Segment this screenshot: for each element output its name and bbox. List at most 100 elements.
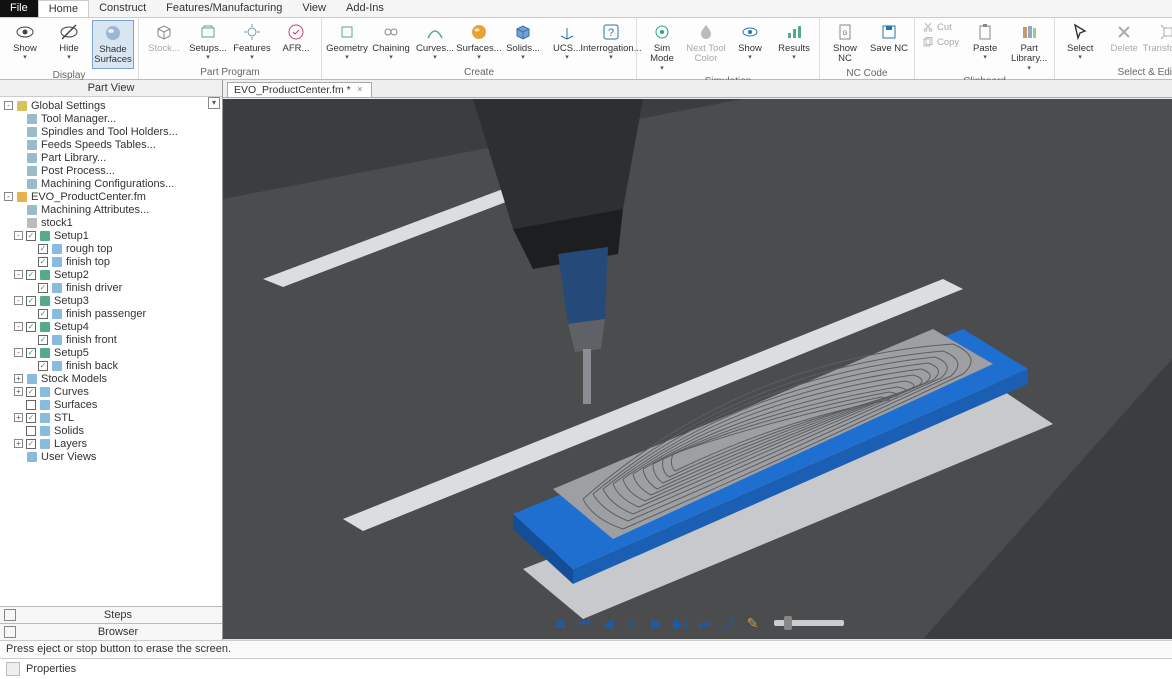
step-next-button[interactable]: ▶| xyxy=(672,614,690,632)
tree-node-op[interactable]: ✓rough top xyxy=(4,242,220,255)
menu-tab-view[interactable]: View xyxy=(292,0,336,17)
browser-panel-header[interactable]: Browser xyxy=(0,623,222,640)
checkbox[interactable]: ✓ xyxy=(38,244,48,254)
tree-node-machattr[interactable]: Machining Attributes... xyxy=(4,203,220,216)
menu-tab-home[interactable]: Home xyxy=(38,0,89,17)
afr-button[interactable]: AFR... xyxy=(275,20,317,56)
checkbox[interactable]: ✓ xyxy=(26,296,36,306)
tree-node-mc[interactable]: Machining Configurations... xyxy=(4,177,220,190)
tree-node-op[interactable]: ✓finish front xyxy=(4,333,220,346)
checkbox[interactable]: ✓ xyxy=(38,361,48,371)
expand-icon[interactable]: - xyxy=(14,296,23,305)
speed-slider[interactable] xyxy=(774,620,844,626)
tree-node-setup4[interactable]: -✓Setup4 xyxy=(4,320,220,333)
tree-node-post[interactable]: Post Process... xyxy=(4,164,220,177)
sim-mode-button[interactable]: Sim Mode▾ xyxy=(641,20,683,75)
checkbox[interactable]: ✓ xyxy=(26,270,36,280)
checkbox[interactable]: ✓ xyxy=(38,257,48,267)
tree-node-global-settings[interactable]: -Global Settings xyxy=(4,99,220,112)
eject-button[interactable]: ⏏ xyxy=(552,614,570,632)
tree-node-stl[interactable]: +✓STL xyxy=(4,411,220,424)
checkbox[interactable] xyxy=(26,400,36,410)
save-nc-button[interactable]: Save NC xyxy=(868,20,910,56)
tree-node-op[interactable]: ✓finish driver xyxy=(4,281,220,294)
tree-node-view[interactable]: User Views xyxy=(4,450,220,463)
expand-icon[interactable]: + xyxy=(14,413,23,422)
play-button[interactable]: ▶ xyxy=(648,614,666,632)
checkbox[interactable]: ✓ xyxy=(38,335,48,345)
expand-icon[interactable]: - xyxy=(4,192,13,201)
setups-button[interactable]: Setups...▾ xyxy=(187,20,229,64)
tree-node-tool[interactable]: Tool Manager... xyxy=(4,112,220,125)
tree-node-curve[interactable]: +✓Curves xyxy=(4,385,220,398)
chaining-button[interactable]: Chaining▾ xyxy=(370,20,412,64)
skip-prev-button[interactable]: ⏮ xyxy=(576,614,594,632)
tree-node-layers[interactable]: +✓Layers xyxy=(4,437,220,450)
tree-node-setup2[interactable]: -✓Setup2 xyxy=(4,268,220,281)
curves-button[interactable]: Curves...▾ xyxy=(414,20,456,64)
menu-tab-features[interactable]: Features/Manufacturing xyxy=(156,0,292,17)
speed-button[interactable]: ⤴ xyxy=(720,614,738,632)
checkbox[interactable]: ✓ xyxy=(26,413,36,423)
results-button[interactable]: Results▾ xyxy=(773,20,815,64)
interrogation-button[interactable]: ?Interrogation...▾ xyxy=(590,20,632,64)
step-prev-button[interactable]: ◀ xyxy=(600,614,618,632)
pause-button[interactable]: ⏸ xyxy=(624,614,642,632)
document-tab[interactable]: EVO_ProductCenter.fm * × xyxy=(227,82,372,97)
pin-icon[interactable]: ▾ xyxy=(208,97,220,109)
solids-button[interactable]: Solids...▾ xyxy=(502,20,544,64)
tree-node-setup3[interactable]: -✓Setup3 xyxy=(4,294,220,307)
checkbox[interactable]: ✓ xyxy=(26,387,36,397)
checkbox[interactable]: ✓ xyxy=(26,439,36,449)
surfaces-button[interactable]: Surfaces...▾ xyxy=(458,20,500,64)
pencil-icon[interactable]: ✎ xyxy=(744,614,762,632)
checkbox[interactable]: ✓ xyxy=(38,283,48,293)
tree-node-spindle[interactable]: Spindles and Tool Holders... xyxy=(4,125,220,138)
show-nc-button[interactable]: GShow NC xyxy=(824,20,866,67)
expand-icon[interactable]: - xyxy=(14,322,23,331)
checkbox[interactable] xyxy=(26,426,36,436)
part-tree[interactable]: ▾ -Global SettingsTool Manager...Spindle… xyxy=(0,97,222,606)
menu-tab-construct[interactable]: Construct xyxy=(89,0,156,17)
expand-icon[interactable]: + xyxy=(14,439,23,448)
expand-icon[interactable]: - xyxy=(4,101,13,110)
show-sim-button[interactable]: Show▾ xyxy=(729,20,771,64)
geometry-button[interactable]: Geometry▾ xyxy=(326,20,368,64)
checkbox[interactable]: ✓ xyxy=(26,231,36,241)
steps-panel-header[interactable]: Steps xyxy=(0,606,222,623)
tree-node-lib[interactable]: Part Library... xyxy=(4,151,220,164)
tree-node-solid[interactable]: Solids xyxy=(4,424,220,437)
expand-icon[interactable]: + xyxy=(14,387,23,396)
viewport-3d[interactable]: TOOLBOX xyxy=(223,98,1172,640)
tree-node-op[interactable]: ✓finish top xyxy=(4,255,220,268)
tree-node-document[interactable]: -EVO_ProductCenter.fm xyxy=(4,190,220,203)
expand-icon[interactable]: - xyxy=(14,270,23,279)
skip-next-button[interactable]: ⏭ xyxy=(696,614,714,632)
part-library-button[interactable]: Part Library...▾ xyxy=(1008,20,1050,75)
tree-node-surf[interactable]: Surfaces xyxy=(4,398,220,411)
slider-thumb[interactable] xyxy=(784,616,792,630)
tree-node-stockm[interactable]: +Stock Models xyxy=(4,372,220,385)
checkbox[interactable]: ✓ xyxy=(26,348,36,358)
tree-node-stock[interactable]: stock1 xyxy=(4,216,220,229)
select-button[interactable]: Select▾ xyxy=(1059,20,1101,64)
close-icon[interactable]: × xyxy=(355,85,365,95)
tree-node-op[interactable]: ✓finish passenger xyxy=(4,307,220,320)
tree-node-setup5[interactable]: -✓Setup5 xyxy=(4,346,220,359)
expand-icon[interactable]: - xyxy=(14,231,23,240)
paste-button[interactable]: Paste▾ xyxy=(964,20,1006,64)
tree-node-op[interactable]: ✓finish back xyxy=(4,359,220,372)
tree-node-setup1[interactable]: -✓Setup1 xyxy=(4,229,220,242)
shade-surfaces-button[interactable]: Shade Surfaces xyxy=(92,20,134,69)
expand-icon[interactable]: - xyxy=(14,348,23,357)
tree-node-table[interactable]: Feeds Speeds Tables... xyxy=(4,138,220,151)
checkbox[interactable]: ✓ xyxy=(26,322,36,332)
properties-panel-header[interactable]: Properties xyxy=(0,658,1172,679)
features-button[interactable]: Features▾ xyxy=(231,20,273,64)
checkbox[interactable]: ✓ xyxy=(38,309,48,319)
menu-tab-addins[interactable]: Add-Ins xyxy=(336,0,394,17)
hide-button[interactable]: Hide▾ xyxy=(48,20,90,64)
show-button[interactable]: Show▾ xyxy=(4,20,46,64)
menu-file[interactable]: File xyxy=(0,0,38,17)
expand-icon[interactable]: + xyxy=(14,374,23,383)
